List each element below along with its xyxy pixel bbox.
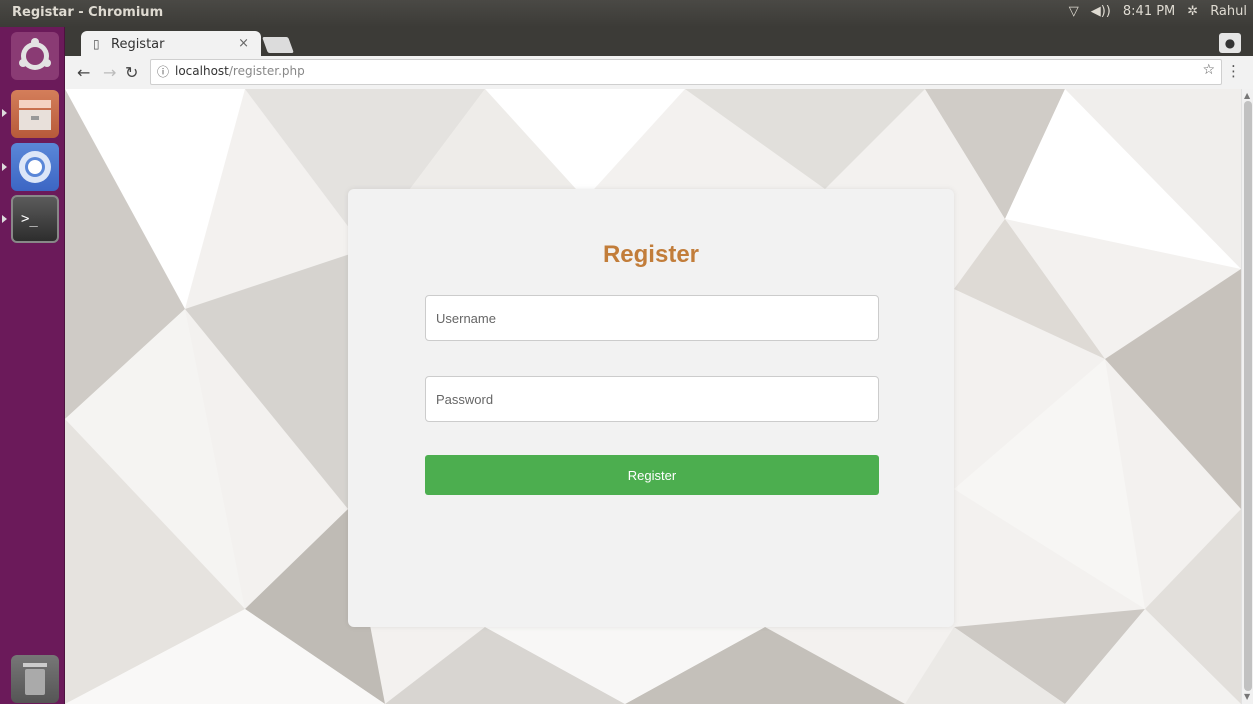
info-icon[interactable]: ⓘ <box>157 63 169 80</box>
launcher-indicator <box>2 215 7 223</box>
svg-text:>_: >_ <box>21 211 38 227</box>
launcher: >_ <box>0 27 65 704</box>
tab-registar[interactable]: ▯ Registar × <box>81 31 261 58</box>
star-icon[interactable]: ☆ <box>1202 62 1215 78</box>
browser-chrome: ▯ Registar × ● ← → ↻ ⓘ localhost/registe… <box>65 27 1253 90</box>
terminal-icon[interactable]: >_ <box>11 195 59 243</box>
page-icon: ▯ <box>93 37 100 51</box>
page-viewport: Register Register <box>65 89 1241 704</box>
toolbar: ← → ↻ ⓘ localhost/register.php ☆ ⋮ <box>65 56 1253 90</box>
panel-indicators: ▽ ◀)) 8:41 PM ✲ Rahul <box>1069 4 1247 19</box>
password-input[interactable] <box>425 376 879 422</box>
forward-icon[interactable]: → <box>103 63 116 82</box>
chromium-icon[interactable] <box>11 143 59 191</box>
wifi-icon[interactable]: ▽ <box>1069 4 1079 19</box>
scroll-up-icon[interactable]: ▲ <box>1244 91 1250 100</box>
new-tab-button[interactable] <box>262 37 294 53</box>
launcher-indicator <box>2 109 7 117</box>
scroll-down-icon[interactable]: ▼ <box>1244 692 1250 701</box>
ubuntu-dash-icon[interactable] <box>11 32 59 80</box>
url-path: /register.php <box>228 64 305 78</box>
address-bar[interactable]: ⓘ localhost/register.php ☆ <box>150 59 1222 85</box>
menu-icon[interactable]: ⋮ <box>1226 62 1241 80</box>
files-icon[interactable] <box>11 90 59 138</box>
profile-icon[interactable]: ● <box>1219 33 1241 53</box>
url-text: localhost/register.php <box>175 64 305 78</box>
form-title: Register <box>602 241 700 268</box>
top-panel: Registar - Chromium ▽ ◀)) 8:41 PM ✲ Rahu… <box>0 0 1253 27</box>
volume-icon[interactable]: ◀)) <box>1091 4 1111 19</box>
back-icon[interactable]: ← <box>77 63 90 82</box>
window-title: Registar - Chromium <box>12 5 164 20</box>
scrollbar-thumb[interactable] <box>1244 101 1252 691</box>
scrollbar[interactable]: ▲ ▼ <box>1241 89 1253 704</box>
trash-icon[interactable] <box>11 655 59 703</box>
reload-icon[interactable]: ↻ <box>125 63 138 82</box>
launcher-indicator <box>2 163 7 171</box>
gear-icon[interactable]: ✲ <box>1187 4 1198 19</box>
user-name[interactable]: Rahul <box>1210 4 1247 19</box>
register-button[interactable]: Register <box>425 455 879 495</box>
url-host: localhost <box>175 64 229 78</box>
clock[interactable]: 8:41 PM <box>1123 4 1175 19</box>
close-icon[interactable]: × <box>238 36 249 51</box>
tab-title: Registar <box>111 37 165 52</box>
register-card: Register Register <box>348 189 954 627</box>
username-input[interactable] <box>425 295 879 341</box>
